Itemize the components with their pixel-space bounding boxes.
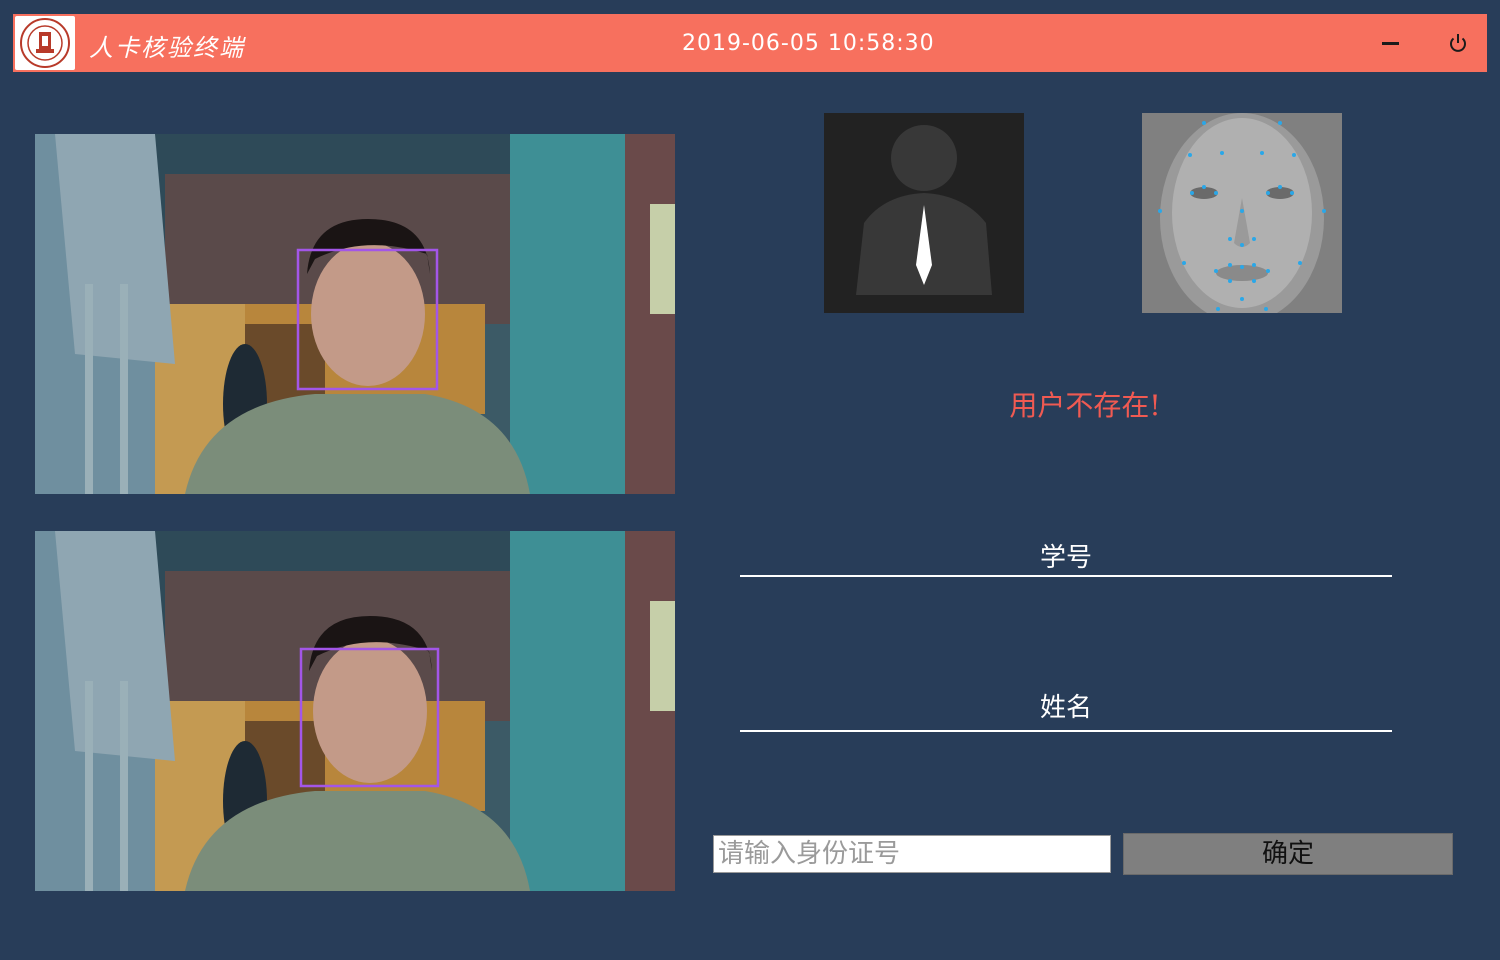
default-avatar-image (824, 113, 1024, 313)
name-underline (740, 730, 1392, 732)
face-landmark-image (1142, 113, 1342, 313)
app-title: 人卡核验终端 (89, 34, 245, 62)
student-id-underline (740, 575, 1392, 577)
student-id-label: 学号 (1039, 543, 1092, 573)
datetime-display: 2019-06-05 10:58:30 (682, 31, 935, 56)
power-icon (1450, 34, 1466, 52)
camera-feed-live (35, 134, 675, 494)
minimize-button[interactable] (1377, 30, 1403, 56)
title-bar: 人卡核验终端 2019-06-05 10:58:30 (13, 14, 1487, 72)
status-message: 用户不存在! (1009, 389, 1161, 422)
confirm-button[interactable]: 确定 (1123, 833, 1453, 875)
university-seal-logo (15, 16, 75, 70)
name-label: 姓名 (1039, 693, 1092, 723)
camera-feed-captured (35, 531, 675, 891)
power-button[interactable] (1445, 30, 1471, 56)
minimize-icon (1382, 42, 1399, 45)
id-number-input[interactable] (713, 835, 1111, 873)
